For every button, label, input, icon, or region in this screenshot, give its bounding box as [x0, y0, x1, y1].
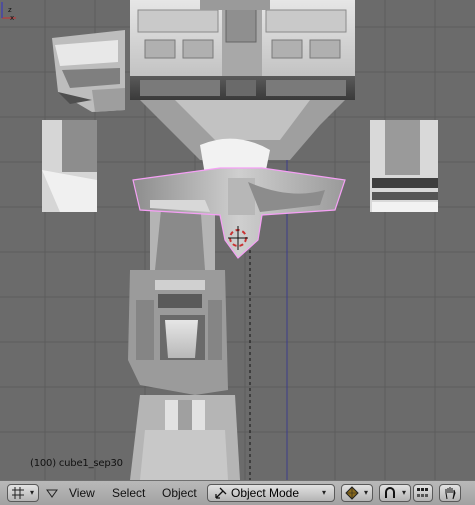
- draw-type-icon: [345, 486, 359, 500]
- axis-label-x: x: [10, 14, 14, 20]
- object-status-text: (100) cube1_sep30: [30, 458, 123, 469]
- blender-window: z x (100) cube1_sep30 ▾ View Select Obje…: [0, 0, 475, 505]
- mode-icon: [215, 487, 227, 499]
- mode-selector[interactable]: Object Mode ▾: [207, 484, 335, 502]
- right-arm-mesh[interactable]: [370, 120, 438, 212]
- chevron-updown-icon: ▾: [30, 488, 35, 497]
- viewport-header: ▾ View Select Object Object Mode ▾ ▾ ▾: [0, 480, 475, 505]
- menu-select[interactable]: Select: [112, 486, 145, 500]
- layers-icon: [417, 488, 428, 497]
- editor-type-icon: [12, 487, 24, 499]
- pivot-icon: [385, 487, 395, 498]
- collapse-triangle-icon[interactable]: [46, 489, 58, 499]
- upper-torso-mesh[interactable]: [130, 0, 355, 100]
- axis-gizmo-icon: z x: [1, 2, 16, 20]
- menu-view[interactable]: View: [69, 486, 95, 500]
- 3d-viewport[interactable]: z x (100) cube1_sep30: [0, 0, 475, 480]
- left-shoulder-mesh[interactable]: [52, 30, 125, 112]
- editor-type-button[interactable]: ▾: [7, 484, 39, 502]
- axis-label-z: z: [8, 6, 12, 14]
- pivot-button[interactable]: ▾: [379, 484, 411, 502]
- chevron-updown-icon: ▾: [322, 488, 327, 497]
- left-arm-mesh[interactable]: [42, 120, 97, 212]
- lower-body-mesh[interactable]: [128, 270, 240, 480]
- layers-button[interactable]: [413, 484, 433, 502]
- chevron-updown-icon: ▾: [402, 488, 407, 497]
- viewport-canvas[interactable]: [0, 0, 475, 480]
- draw-type-button[interactable]: ▾: [341, 484, 373, 502]
- chevron-updown-icon: ▾: [364, 488, 369, 497]
- mode-label: Object Mode: [231, 486, 300, 500]
- hand-button[interactable]: [439, 484, 461, 502]
- hand-icon: [445, 487, 456, 500]
- menu-object[interactable]: Object: [162, 486, 197, 500]
